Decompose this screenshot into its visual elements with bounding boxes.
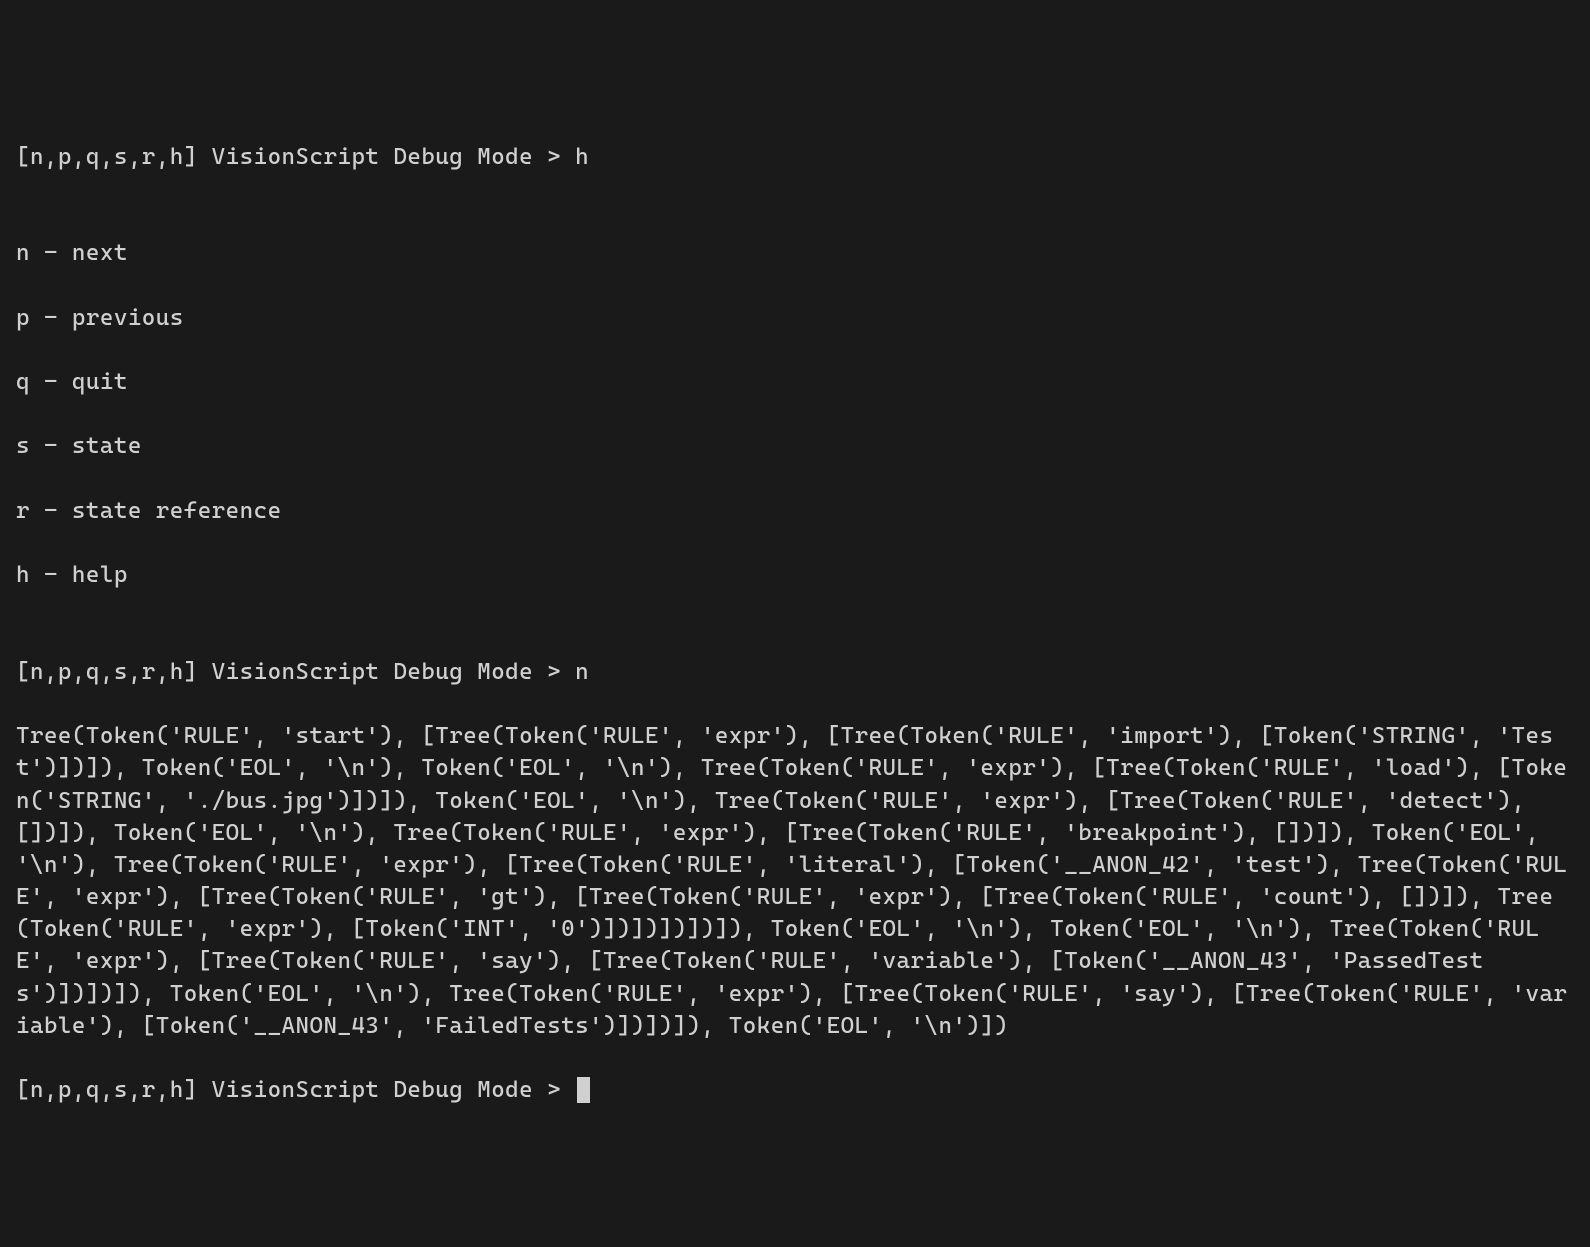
debug-prompt-next: [n,p,q,s,r,h] VisionScript Debug Mode > …: [16, 656, 1574, 688]
prompt-text: [n,p,q,s,r,h] VisionScript Debug Mode >: [16, 1077, 575, 1103]
help-option-next: n - next: [16, 237, 1574, 269]
help-option-previous: p - previous: [16, 302, 1574, 334]
help-option-state: s - state: [16, 430, 1574, 462]
tree-output: Tree(Token('RULE', 'start'), [Tree(Token…: [16, 720, 1574, 1042]
help-option-help: h - help: [16, 559, 1574, 591]
debug-prompt-active[interactable]: [n,p,q,s,r,h] VisionScript Debug Mode >: [16, 1077, 590, 1103]
help-option-state-reference: r - state reference: [16, 495, 1574, 527]
debug-prompt-help: [n,p,q,s,r,h] VisionScript Debug Mode > …: [16, 141, 1574, 173]
cursor-icon: [577, 1077, 590, 1103]
help-option-quit: q - quit: [16, 366, 1574, 398]
